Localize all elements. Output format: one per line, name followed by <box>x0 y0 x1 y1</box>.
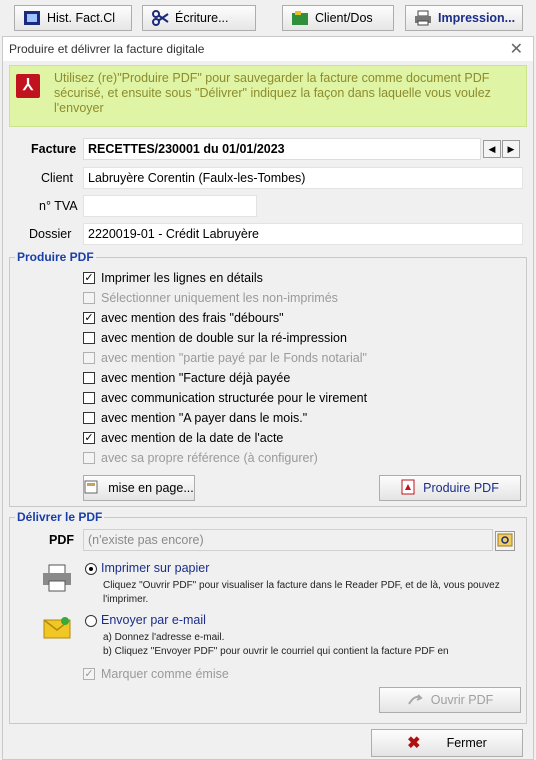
checkbox-box <box>83 452 95 464</box>
produire-option[interactable]: avec mention "partie payé par le Fonds n… <box>83 351 367 365</box>
banner-text: Utilisez (re)"Produire PDF" pour sauvega… <box>54 71 491 115</box>
email-label[interactable]: Envoyer par e-mail <box>101 613 206 627</box>
next-invoice-button[interactable]: ▶ <box>502 140 520 158</box>
client-label: Client <box>41 171 73 185</box>
impression-label: Impression... <box>438 11 516 25</box>
open-arrow-icon <box>407 692 423 709</box>
info-banner: ⅄ Utilisez (re)"Produire PDF" pour sauve… <box>9 65 527 127</box>
ouvrir-pdf-label: Ouvrir PDF <box>430 693 494 707</box>
left-arrow-icon: ◀ <box>488 144 496 154</box>
option-label: avec mention de la date de l'acte <box>101 431 284 445</box>
produire-option[interactable]: avec mention de double sur la ré-impress… <box>83 331 347 345</box>
pdf-dialog: Produire et délivrer la facture digitale… <box>2 36 534 760</box>
marquer-emise-checkbox[interactable]: ✓ Marquer comme émise <box>83 667 229 681</box>
fermer-button[interactable]: ✖ Fermer <box>371 729 523 757</box>
dialog-titlebar: Produire et délivrer la facture digitale… <box>3 37 533 61</box>
checkbox-box <box>83 352 95 364</box>
marquer-box: ✓ <box>83 668 95 680</box>
facture-field: RECETTES/230001 du 01/01/2023 <box>83 138 481 160</box>
imprimer-radio[interactable] <box>85 563 97 575</box>
checkbox-box: ✓ <box>83 272 95 284</box>
printer-icon <box>414 10 432 26</box>
imprimer-description: Cliquez "Ouvrir PDF" pour visualiser la … <box>103 580 500 605</box>
tva-field[interactable] <box>83 195 257 217</box>
option-label: avec mention "partie payé par le Fonds n… <box>101 351 367 365</box>
produire-option[interactable]: avec sa propre référence (à configurer) <box>83 451 318 465</box>
option-label: avec mention de double sur la ré-impress… <box>101 331 347 345</box>
facture-label: Facture <box>31 142 77 156</box>
fermer-label: Fermer <box>446 736 487 750</box>
mise-en-page-label: mise en page... <box>108 481 194 495</box>
produire-option[interactable]: avec mention "Facture déjà payée <box>83 371 290 385</box>
option-label: Imprimer les lignes en détails <box>101 271 263 285</box>
checkbox-box <box>83 332 95 344</box>
produire-pdf-label: Produire PDF <box>423 481 499 495</box>
client-dos-button[interactable]: Client/Dos <box>282 5 394 31</box>
client-dos-label: Client/Dos <box>315 11 373 25</box>
ecriture-label: Écriture... <box>175 11 229 25</box>
produire-option[interactable]: ✓ Imprimer les lignes en détails <box>83 271 263 285</box>
marquer-label: Marquer comme émise <box>101 667 229 681</box>
prev-invoice-button[interactable]: ◀ <box>483 140 501 158</box>
client-field: Labruyère Corentin (Faulx-les-Tombes) <box>83 167 523 189</box>
checkbox-box <box>83 292 95 304</box>
checkbox-box <box>83 372 95 384</box>
dossier-label: Dossier <box>29 227 72 241</box>
ouvrir-pdf-button[interactable]: Ouvrir PDF <box>379 687 521 713</box>
page-setup-icon <box>84 480 100 497</box>
option-label: avec sa propre référence (à configurer) <box>101 451 318 465</box>
email-step-b: b) Cliquez "Envoyer PDF" pour ouvrir le … <box>103 646 449 657</box>
close-x-icon: ✖ <box>407 735 421 752</box>
magnifier-icon <box>497 533 513 550</box>
dossier-field: 2220019-01 - Crédit Labruyère <box>83 223 523 245</box>
produire-option[interactable]: Sélectionner uniquement les non-imprimés <box>83 291 338 305</box>
right-arrow-icon: ▶ <box>507 144 515 154</box>
impression-button[interactable]: Impression... <box>405 5 523 31</box>
produire-pdf-button[interactable]: Produire PDF <box>379 475 521 501</box>
checkbox-box: ✓ <box>83 312 95 324</box>
dialog-title: Produire et délivrer la facture digitale <box>9 42 205 56</box>
option-label: avec mention "Facture déjà payée <box>101 371 291 385</box>
film-icon <box>23 10 41 26</box>
mise-en-page-button[interactable]: mise en page... <box>83 475 195 501</box>
option-label: avec mention "A payer dans le mois." <box>101 411 308 425</box>
client-folder-icon <box>291 10 309 26</box>
close-icon[interactable]: ✕ <box>510 39 523 59</box>
email-envelope-icon <box>41 613 73 646</box>
produire-option[interactable]: ✓ avec mention de la date de l'acte <box>83 431 283 445</box>
pdf-icon: ⅄ <box>16 74 40 98</box>
option-label: Sélectionner uniquement les non-imprimés <box>101 291 338 305</box>
produire-option[interactable]: ✓ avec mention des frais "débours" <box>83 311 284 325</box>
scissors-icon <box>151 10 169 26</box>
pdf-label: PDF <box>49 533 74 547</box>
option-label: avec mention des frais "débours" <box>101 311 284 325</box>
hist-fact-label: Hist. Fact.Cl <box>47 11 116 25</box>
checkbox-box <box>83 412 95 424</box>
printer-large-icon <box>41 563 73 596</box>
tva-label: n° TVA <box>39 199 78 213</box>
toolbar: Hist. Fact.Cl Écriture... Client/Dos Imp… <box>0 0 536 36</box>
option-label: avec communication structurée pour le vi… <box>101 391 368 405</box>
produire-option[interactable]: avec communication structurée pour le vi… <box>83 391 367 405</box>
checkbox-box <box>83 392 95 404</box>
imprimer-label[interactable]: Imprimer sur papier <box>101 561 209 575</box>
pdf-doc-icon <box>401 479 415 498</box>
delivrer-title: Délivrer le PDF <box>15 510 105 524</box>
browse-pdf-button[interactable] <box>495 531 515 551</box>
email-step-a: a) Donnez l'adresse e-mail. <box>103 632 225 643</box>
produire-pdf-title: Produire PDF <box>15 250 96 264</box>
produire-option[interactable]: avec mention "A payer dans le mois." <box>83 411 307 425</box>
pdf-path-field: (n'existe pas encore) <box>83 529 493 551</box>
email-radio[interactable] <box>85 615 97 627</box>
checkbox-box: ✓ <box>83 432 95 444</box>
hist-fact-button[interactable]: Hist. Fact.Cl <box>14 5 132 31</box>
ecriture-button[interactable]: Écriture... <box>142 5 256 31</box>
